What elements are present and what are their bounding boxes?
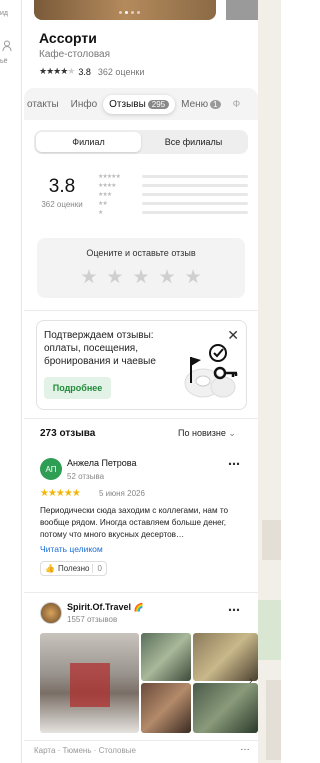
photo-pagination [119,11,140,14]
dist-row-3: ★★★ [98,190,248,199]
tab-contacts[interactable]: отакты [24,95,65,114]
review-photo[interactable] [40,633,139,733]
filter-all-branches-button[interactable]: Все филиалы [141,132,246,152]
tab-reviews-badge: 295 [147,99,170,109]
tab-menu-badge: 1 [210,99,221,109]
breadcrumb[interactable]: Карта · Тюмень · Столовые [34,746,136,755]
divider [24,740,258,741]
reviewer-name[interactable]: Spirit.Of.Travel 🌈 [67,602,144,612]
rainbow-icon: 🌈 [133,603,144,612]
tab-bar: отакты Инфо Отзывы 295 Меню 1 Ф [24,92,258,116]
rate-star-5-icon[interactable]: ★ [185,266,202,289]
rating-distribution: ★★★★★ ★★★★ ★★★ ★★ ★ [98,172,248,217]
place-title: Ассорти [39,30,97,46]
rate-stars: ★ ★ ★ ★ ★ [37,266,245,289]
review-date: 5 июня 2026 [99,489,145,498]
chevron-down-icon: ⌄ [228,428,236,438]
filter-branch-button[interactable]: Филиал [36,132,141,152]
more-options-icon[interactable]: ⋯ [228,457,241,471]
place-category: Кафе-столовая [39,49,111,60]
rate-box-title: Оцените и оставьте отзыв [86,248,196,258]
rate-box: Оцените и оставьте отзыв ★ ★ ★ ★ ★ [37,238,245,298]
place-panel: Ассорти Кафе-столовая ★★★★★ 3.8 362 оцен… [24,0,258,763]
reviews-count: 273 отзыва [40,428,96,439]
place-rating[interactable]: ★★★★★ 3.8 362 оценки [39,66,144,77]
place-photo[interactable] [34,0,216,20]
rail-label-top: ид [0,10,8,17]
dist-row-4: ★★★★ [98,181,248,190]
review-stars: ★★★★★ [40,488,81,499]
rate-star-3-icon[interactable]: ★ [132,266,149,289]
tab-reviews[interactable]: Отзывы 295 [103,94,176,114]
sort-dropdown[interactable]: По новизне ⌄ [178,428,236,439]
avatar[interactable] [40,602,62,624]
reviewer-meta: 52 отзыва [67,472,105,481]
user-icon[interactable] [2,40,12,52]
rating-count: 362 оценки [97,66,145,77]
review-text: Периодически сюда заходим с коллегами, н… [40,506,229,539]
sort-label: По новизне [178,428,226,438]
rating-value: 3.8 [78,66,91,77]
tab-menu[interactable]: Меню 1 [175,95,226,114]
promo-text: Подтверждаем отзывы: оплаты, посещения, … [44,330,156,367]
avatar[interactable]: АП [40,458,62,480]
reviewer-meta: 1557 отзывов [67,615,118,624]
useful-label: Полезно [57,564,90,573]
rate-star-4-icon[interactable]: ★ [159,266,176,289]
tab-menu-label: Меню [181,98,209,110]
promo-more-button[interactable]: Подробнее [44,377,111,399]
reviewer-name-text: Spirit.Of.Travel [67,602,132,612]
dist-row-1: ★ [98,208,248,217]
read-more-link[interactable]: Читать целиком [40,544,103,554]
dist-row-5: ★★★★★ [98,172,248,181]
dist-row-2: ★★ [98,199,248,208]
useful-count: 0 [92,564,102,573]
chevron-right-icon[interactable]: › [244,675,258,691]
reviewer-name[interactable]: Анжела Петрова [67,458,136,468]
useful-button[interactable]: 👍 Полезно 0 [40,561,107,576]
divider [24,310,258,311]
review-photo[interactable] [141,633,191,681]
verified-reviews-promo: Подтверждаем отзывы: оплаты, посещения, … [36,320,247,410]
promo-illustration-icon [184,344,238,398]
footer-more-icon[interactable]: … [240,742,250,753]
tab-photos[interactable]: Ф [227,95,247,114]
rating-stars-icon: ★★★★★ [39,66,75,76]
divider [24,418,258,419]
thumbs-up-icon: 👍 [45,564,55,573]
divider [24,592,258,593]
rate-star-1-icon[interactable]: ★ [80,266,97,289]
tab-info[interactable]: Инфо [65,95,104,114]
rating-score: 3.8 [48,176,76,197]
review-photos: › [40,633,258,733]
map-area[interactable] [258,0,281,763]
review-photo[interactable] [193,633,258,681]
branch-filter: Филиал Все филиалы [34,130,248,154]
rating-score-count: 362 оценки [41,200,83,209]
left-rail: ид ьё [0,0,22,763]
place-photo-next[interactable] [226,0,258,20]
more-options-icon[interactable]: ⋯ [228,603,241,617]
rail-label-mid: ьё [0,58,8,65]
tab-reviews-label: Отзывы [109,98,146,110]
rate-star-2-icon[interactable]: ★ [106,266,123,289]
review-photo[interactable] [141,683,191,733]
